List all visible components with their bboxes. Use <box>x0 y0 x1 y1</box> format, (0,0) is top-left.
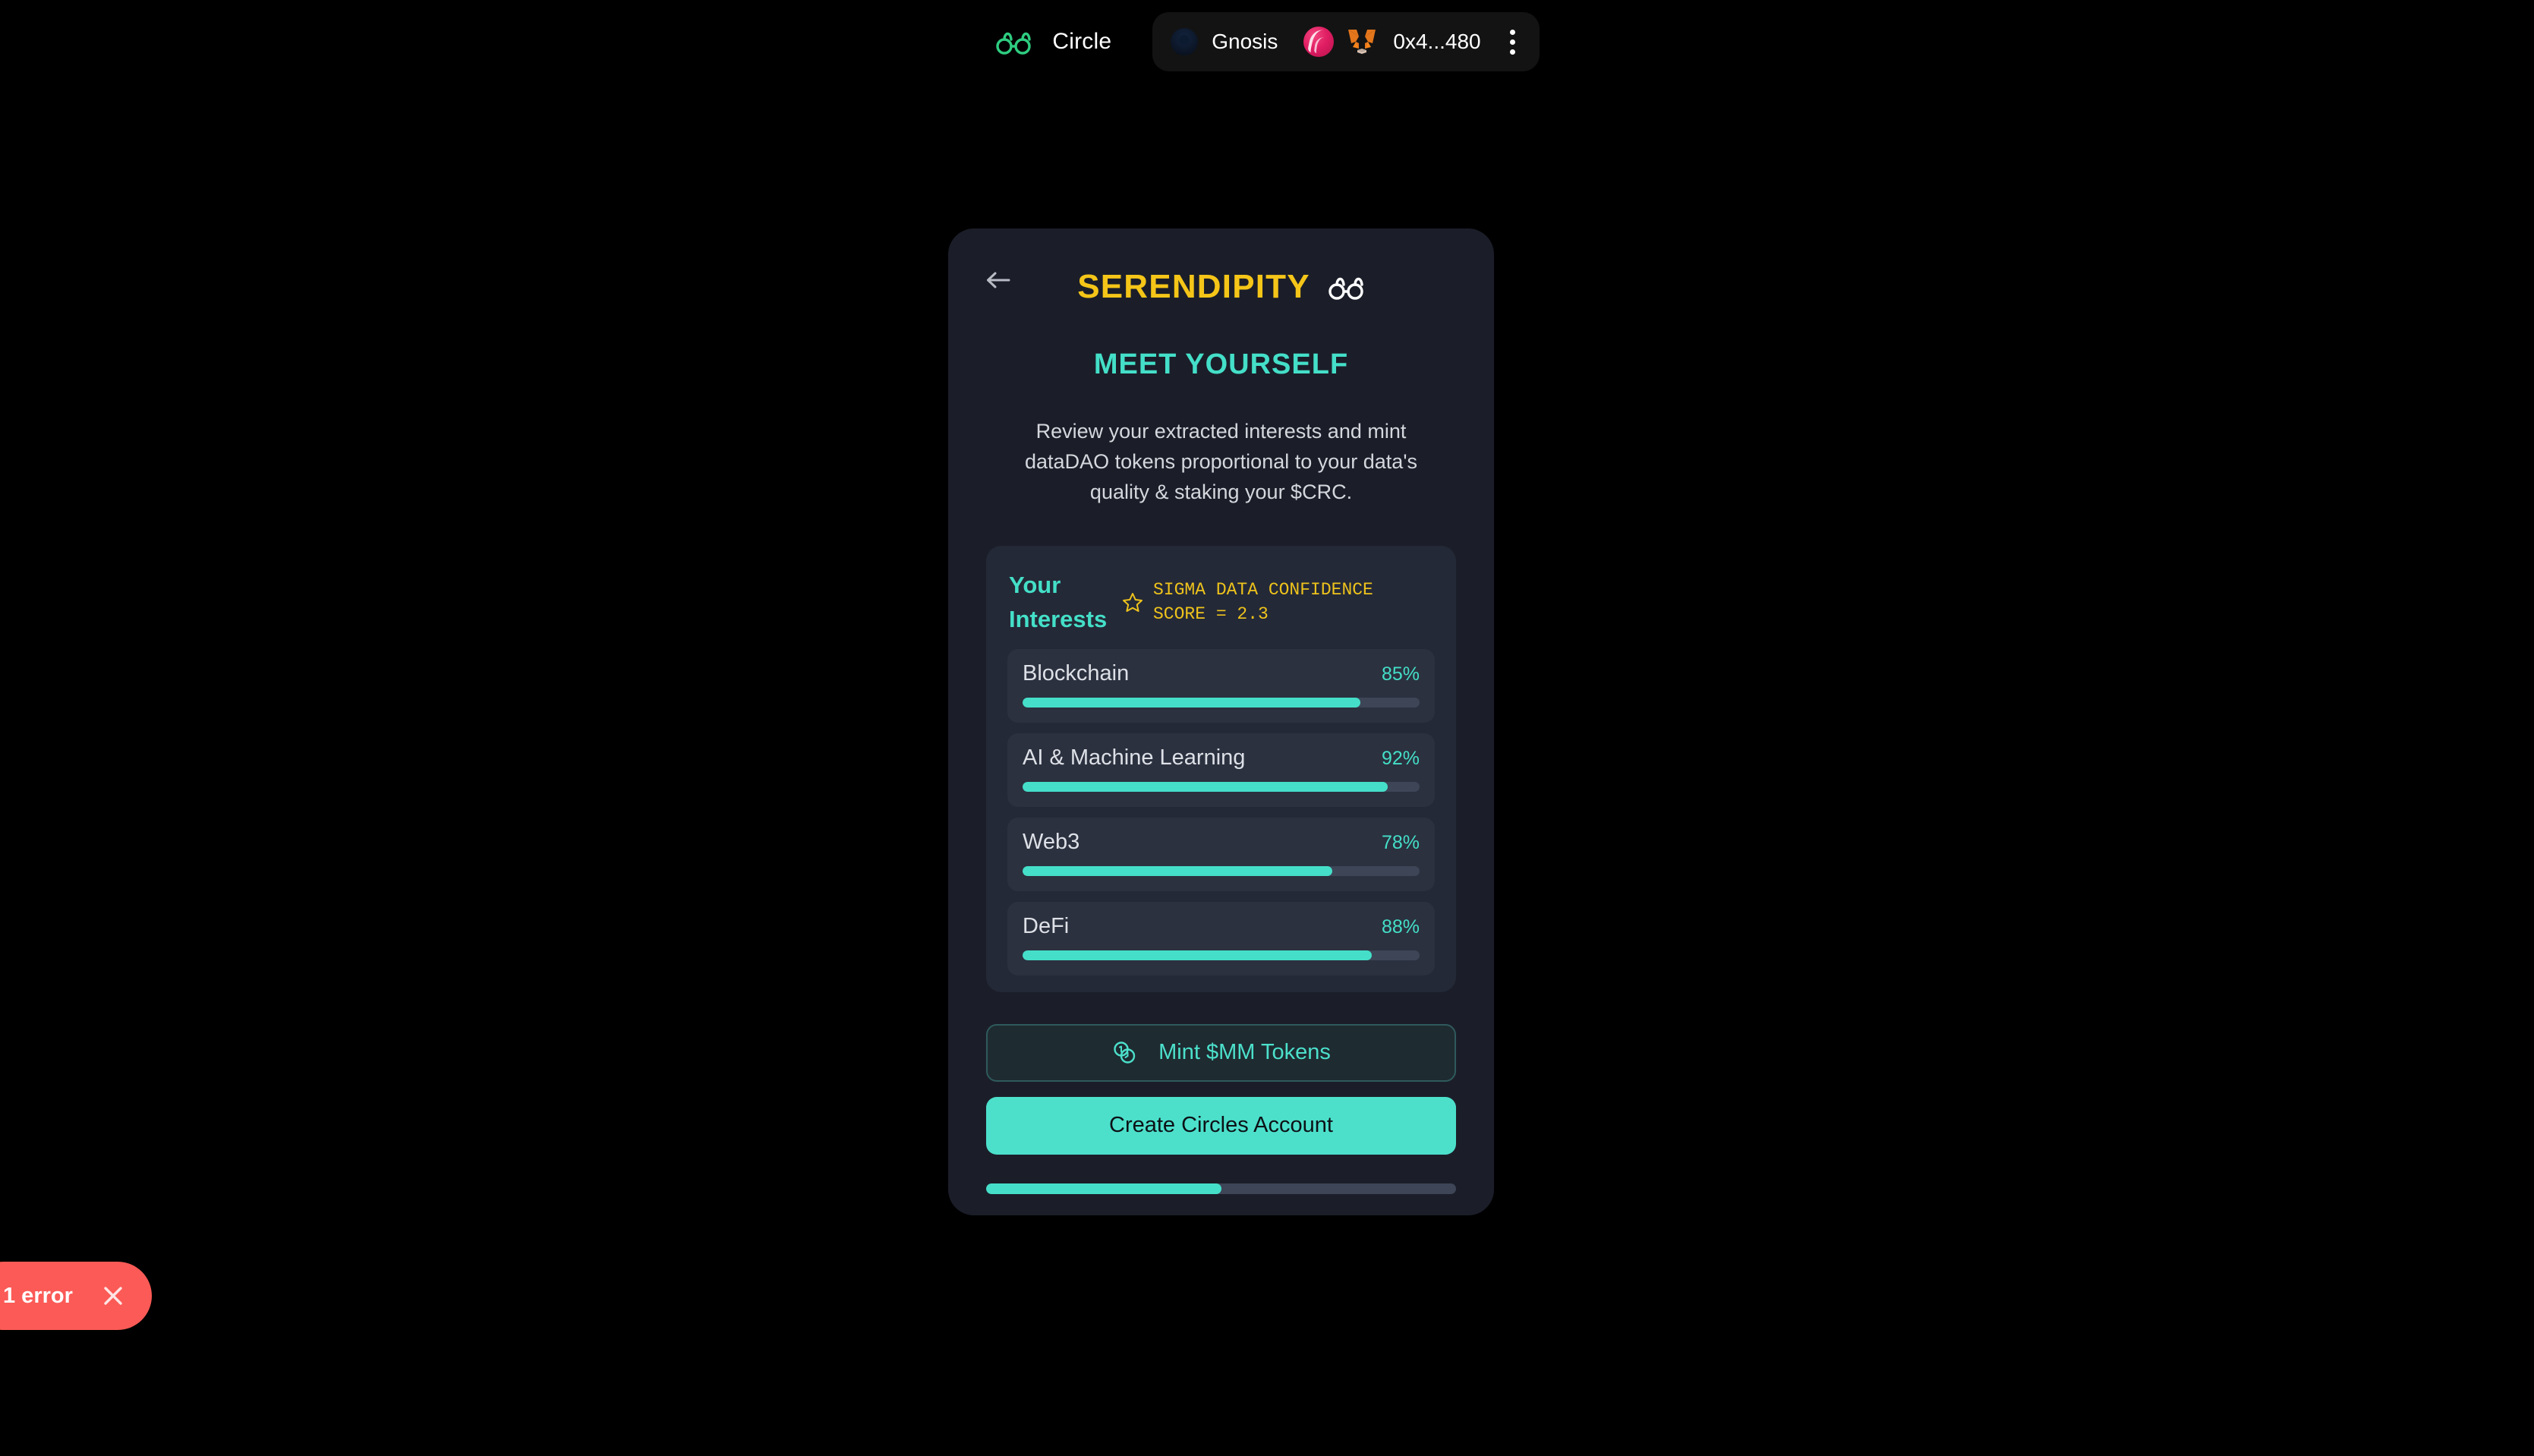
interests-panel: Your Interests SIGMA DATA CONFIDENCE SCO… <box>986 545 1456 992</box>
interest-percent: 88% <box>1381 916 1420 938</box>
interest-row-header: Blockchain 85% <box>1023 661 1420 686</box>
glasses-icon <box>994 29 1032 55</box>
interest-row: Blockchain 85% <box>1007 648 1435 723</box>
gnosis-chain-icon <box>1171 28 1199 55</box>
interest-progress-fill <box>1023 781 1388 792</box>
mint-tokens-button[interactable]: Mint $MM Tokens <box>986 1023 1456 1082</box>
interest-progress-track <box>1023 697 1420 708</box>
interest-progress-track <box>1023 781 1420 792</box>
sigma-score-text: SIGMA DATA CONFIDENCE SCORE = 2.3 <box>1153 580 1373 624</box>
interests-list: Blockchain 85% AI & Machine Learning 92% Web… <box>1007 648 1435 975</box>
card-header: SERENDIPITY MEET YOURSELF Review your ex… <box>948 228 1494 508</box>
page-description: Review your extracted interests and mint… <box>1025 420 1417 504</box>
card-progress-track <box>986 1183 1456 1194</box>
interest-percent: 85% <box>1381 663 1420 685</box>
kebab-menu-icon[interactable] <box>1502 24 1523 61</box>
sigma-score-badge: SIGMA DATA CONFIDENCE SCORE = 2.3 <box>1121 578 1373 626</box>
interest-row-header: AI & Machine Learning 92% <box>1023 745 1420 771</box>
page-subtitle: MEET YOURSELF <box>1093 348 1349 380</box>
interest-label: Blockchain <box>1023 660 1130 685</box>
account-button[interactable]: 0x4...480 <box>1303 27 1481 57</box>
brand[interactable]: Circle <box>994 29 1111 55</box>
arrow-left-icon <box>987 272 1010 288</box>
interests-header: Your Interests SIGMA DATA CONFIDENCE SCO… <box>1007 566 1435 649</box>
interest-row: Web3 78% <box>1007 817 1435 891</box>
metamask-fox-icon <box>1346 27 1378 57</box>
card-actions: Mint $MM Tokens Create Circles Account <box>986 1023 1456 1155</box>
interest-row-header: Web3 78% <box>1023 830 1420 855</box>
mint-tokens-label: Mint $MM Tokens <box>1158 1040 1331 1065</box>
interests-heading: Your Interests <box>1009 571 1108 632</box>
chain-selector[interactable]: Gnosis <box>1171 28 1303 55</box>
create-circles-account-button[interactable]: Create Circles Account <box>986 1096 1456 1155</box>
serendipity-card: SERENDIPITY MEET YOURSELF Review your ex… <box>948 228 1494 1215</box>
interest-progress-track <box>1023 950 1420 960</box>
chain-name: Gnosis <box>1212 30 1278 53</box>
error-toast[interactable]: 1 error <box>0 1262 152 1330</box>
interest-row: AI & Machine Learning 92% <box>1007 733 1435 807</box>
top-navigation-bar: Circle Gnosis 0x4...480 <box>0 0 2534 84</box>
close-icon[interactable] <box>100 1283 126 1309</box>
wallet-chip[interactable]: Gnosis 0x4...480 <box>1152 12 1540 71</box>
interest-percent: 92% <box>1381 747 1420 769</box>
page-title: SERENDIPITY <box>948 268 1494 306</box>
interest-label: AI & Machine Learning <box>1023 745 1246 770</box>
interest-progress-fill <box>1023 697 1360 708</box>
interest-row-header: DeFi 88% <box>1023 914 1420 939</box>
interest-progress-fill <box>1023 865 1332 876</box>
interest-progress-track <box>1023 865 1420 876</box>
interest-row: DeFi 88% <box>1007 901 1435 975</box>
coins-icon <box>1114 1041 1136 1064</box>
interest-percent: 78% <box>1381 831 1420 853</box>
card-progress-fill <box>986 1183 1221 1194</box>
interest-label: Web3 <box>1023 829 1080 854</box>
interest-progress-fill <box>1023 950 1373 960</box>
wallet-address: 0x4...480 <box>1393 30 1481 53</box>
brand-name: Circle <box>1052 29 1112 54</box>
account-avatar <box>1303 27 1335 57</box>
back-button[interactable] <box>982 263 1015 297</box>
page-title-text: SERENDIPITY <box>1077 268 1310 305</box>
glasses-icon <box>1327 274 1365 300</box>
star-icon <box>1123 592 1143 612</box>
interest-label: DeFi <box>1023 913 1070 938</box>
error-count-label: 1 error <box>3 1283 73 1308</box>
nav-inner: Circle Gnosis 0x4...480 <box>994 12 1540 71</box>
